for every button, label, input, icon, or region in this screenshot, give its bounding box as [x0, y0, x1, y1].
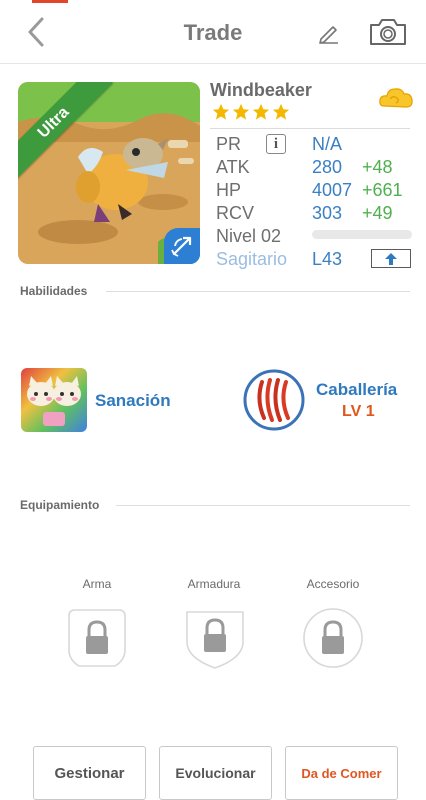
stat-bonus-rcv: +49	[362, 203, 393, 223]
evolve-button[interactable]: Evolucionar	[159, 746, 272, 800]
class-badge	[164, 228, 200, 264]
zodiac-sign[interactable]: Sagitario	[216, 249, 287, 270]
lock-icon	[204, 618, 226, 652]
equip-label-weapon: Arma	[82, 577, 112, 591]
claw-marks-icon	[243, 369, 305, 431]
accessory-slot[interactable]	[301, 606, 365, 670]
stat-label-pr: PR	[216, 134, 242, 154]
stat-label-hp: HP	[216, 180, 242, 200]
cloud-icon	[379, 88, 413, 108]
zodiac-level: L43	[312, 249, 343, 269]
armor-slot-frame	[186, 611, 244, 669]
stat-value-hp: 4007	[312, 180, 353, 200]
pencil-icon	[319, 26, 338, 44]
top-bar: Trade	[0, 0, 426, 64]
skills-divider	[106, 291, 410, 292]
manage-button[interactable]: Gestionar	[33, 746, 146, 800]
star-icon	[232, 103, 250, 120]
zodiac-upgrade-button[interactable]	[371, 249, 411, 268]
stat-value-atk: 280	[312, 157, 343, 177]
star-icon	[272, 103, 290, 120]
page-title: Trade	[183, 20, 243, 45]
stat-value-rcv: 303	[312, 203, 343, 223]
star-rating	[212, 103, 290, 121]
lock-icon	[86, 620, 108, 654]
edit-button[interactable]	[316, 20, 342, 46]
skill-level-cavalry: LV 1	[342, 403, 375, 420]
screenshot-button[interactable]	[368, 16, 408, 48]
weapon-slot-frame	[68, 609, 126, 667]
equip-label-armor: Armadura	[187, 577, 241, 591]
stat-label-atk: ATK	[216, 157, 250, 177]
equipment-section-title: Equipamiento	[20, 498, 100, 512]
skill-name-cavalry: Caballería	[316, 380, 398, 399]
feed-button[interactable]: Da de Comer	[285, 746, 398, 800]
level-label: Nivel 02	[216, 226, 282, 246]
stat-label-rcv: RCV	[216, 203, 255, 223]
skill-icon-cavalry[interactable]	[242, 368, 306, 432]
level-progress-bar	[312, 230, 412, 239]
element-badge[interactable]	[378, 84, 414, 112]
star-icon	[212, 103, 230, 120]
stat-bonus-atk: +48	[362, 157, 393, 177]
arrow-up-icon	[385, 252, 397, 265]
character-portrait[interactable]: Ultra	[18, 82, 200, 264]
stat-value-pr: N/A	[312, 134, 343, 154]
character-name: Windbeaker	[210, 80, 312, 100]
bow-arrow-icon	[171, 236, 192, 257]
info-button[interactable]: i	[266, 134, 286, 154]
lock-icon	[322, 620, 344, 654]
weapon-slot[interactable]	[65, 606, 129, 670]
accessory-slot-frame	[303, 608, 363, 668]
equip-label-accessory: Accesorio	[306, 577, 360, 591]
stat-bonus-hp: +661	[362, 180, 403, 200]
stats-divider	[210, 128, 410, 129]
healing-cats-icon	[21, 368, 87, 432]
equipment-divider	[116, 505, 410, 506]
armor-slot[interactable]	[183, 606, 247, 670]
camera-icon	[370, 19, 406, 45]
skills-section-title: Habilidades	[20, 284, 88, 298]
skill-name-healing: Sanación	[95, 391, 171, 410]
star-icon	[252, 103, 270, 120]
skill-icon-healing[interactable]	[21, 368, 87, 432]
